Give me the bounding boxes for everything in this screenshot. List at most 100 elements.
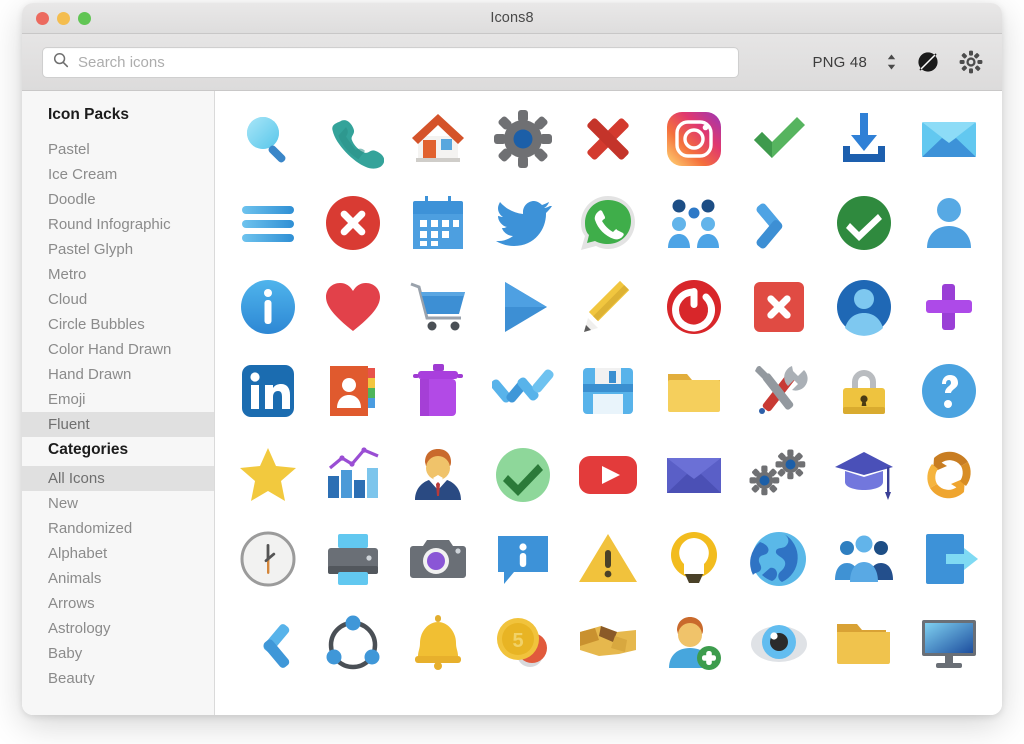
icon-cell-double-down-chevron[interactable] [481,349,566,433]
sidebar-item-hand-drawn[interactable]: Hand Drawn [22,362,214,387]
icon-cell-instagram[interactable] [651,97,736,181]
gear-icon[interactable] [958,49,984,75]
icon-cell-phone[interactable] [310,97,395,181]
icon-cell-info-circle[interactable] [225,265,310,349]
sidebar-item-emoji[interactable]: Emoji [22,387,214,412]
sidebar-item-color-hand-drawn[interactable]: Color Hand Drawn [22,337,214,362]
icon-cell-close-x[interactable] [566,97,651,181]
icon-cell-contacts[interactable] [310,349,395,433]
icon-cell-export-exit[interactable] [907,517,992,601]
icon-cell-check-circle-light[interactable] [481,433,566,517]
icon-cell-home[interactable] [395,97,480,181]
icon-cell-heart[interactable] [310,265,395,349]
icon-cell-partial-8[interactable] [822,685,907,715]
sidebar-item-alphabet[interactable]: Alphabet [22,541,214,566]
sidebar-item-round-infographic[interactable]: Round Infographic [22,212,214,237]
sidebar-item-astrology[interactable]: Astrology [22,616,214,641]
icon-cell-mail-purple[interactable] [651,433,736,517]
icon-cell-partial-9[interactable] [907,685,992,715]
icon-cell-bell[interactable] [395,601,480,685]
icon-cell-graduation-cap[interactable] [822,433,907,517]
icon-cell-globe[interactable] [736,517,821,601]
sidebar-item-metro[interactable]: Metro [22,262,214,287]
icon-cell-play[interactable] [481,265,566,349]
icon-cell-tools[interactable] [736,349,821,433]
icon-cell-partial-5[interactable] [566,685,651,715]
icon-cell-partial-1[interactable] [225,685,310,715]
icon-cell-envelope[interactable] [907,97,992,181]
icon-cell-menu[interactable] [225,181,310,265]
icon-cell-star[interactable] [225,433,310,517]
icon-cell-forward-chevron[interactable] [225,601,310,685]
export-size-stepper[interactable] [884,49,898,75]
icon-cell-settings[interactable] [481,97,566,181]
icon-cell-add-user[interactable] [651,601,736,685]
icon-cell-trash[interactable] [395,349,480,433]
icon-cell-partial-3[interactable] [395,685,480,715]
icon-cell-sync-refresh[interactable] [907,433,992,517]
sidebar-item-beauty[interactable]: Beauty [22,666,214,685]
sidebar-item-all-icons[interactable]: All Icons [22,466,214,491]
icon-cell-back-chevron[interactable] [736,181,821,265]
sidebar-item-randomized[interactable]: Randomized [22,516,214,541]
icon-cell-partial-6[interactable] [651,685,736,715]
sidebar-item-pastel[interactable]: Pastel [22,137,214,162]
icon-cell-bar-chart[interactable] [310,433,395,517]
no-color-circle-slash-icon[interactable] [915,49,941,75]
sidebar-item-animals[interactable]: Animals [22,566,214,591]
icon-cell-services-gears[interactable] [736,433,821,517]
icon-cell-conference[interactable] [651,181,736,265]
icon-cell-info-bubble[interactable] [481,517,566,601]
sidebar-item-doodle[interactable]: Doodle [22,187,214,212]
sidebar-item-clipped[interactable] [22,131,214,137]
icon-grid-panel[interactable]: 5 [215,91,1002,715]
sidebar-item-ice-cream[interactable]: Ice Cream [22,162,214,187]
sidebar-item-baby[interactable]: Baby [22,641,214,666]
icon-cell-lock[interactable] [822,349,907,433]
icon-cell-partial-7[interactable] [736,685,821,715]
icon-cell-search[interactable] [225,97,310,181]
icon-cell-plus[interactable] [907,265,992,349]
icon-cell-user-circle[interactable] [822,265,907,349]
icon-cell-cancel-circle[interactable] [310,181,395,265]
icon-cell-idea-bulb[interactable] [651,517,736,601]
sidebar-item-new[interactable]: New [22,491,214,516]
icon-cell-delete-square[interactable] [736,265,821,349]
icon-cell-shopping-cart[interactable] [395,265,480,349]
icon-cell-save-floppy[interactable] [566,349,651,433]
icon-cell-businessman[interactable] [395,433,480,517]
icon-cell-coin-stack[interactable]: 5 [481,601,566,685]
icon-cell-eye-visible[interactable] [736,601,821,685]
icon-cell-checkmark[interactable] [736,97,821,181]
icon-cell-partial-2[interactable] [310,685,395,715]
icon-cell-share-network[interactable] [310,601,395,685]
icon-cell-download[interactable] [822,97,907,181]
icon-cell-power[interactable] [651,265,736,349]
sidebar-item-circle-bubbles[interactable]: Circle Bubbles [22,312,214,337]
icon-cell-open-folder[interactable] [822,601,907,685]
icon-cell-youtube[interactable] [566,433,651,517]
icon-cell-linkedin[interactable] [225,349,310,433]
icon-cell-folder[interactable] [651,349,736,433]
search-input[interactable]: Search icons [42,46,739,78]
icon-cell-whatsapp[interactable] [566,181,651,265]
icon-cell-user[interactable] [907,181,992,265]
icon-cell-calendar[interactable] [395,181,480,265]
icon-cell-warning[interactable] [566,517,651,601]
icon-cell-handshake[interactable] [566,601,651,685]
icon-cell-partial-4[interactable] [481,685,566,715]
icon-cell-ok-circle[interactable] [822,181,907,265]
icon-cell-clock[interactable] [225,517,310,601]
icon-cell-printer[interactable] [310,517,395,601]
export-format-label[interactable]: PNG 48 [812,54,867,71]
sidebar-item-cloud[interactable]: Cloud [22,287,214,312]
icon-cell-twitter[interactable] [481,181,566,265]
icon-cell-pencil[interactable] [566,265,651,349]
icon-cell-help[interactable] [907,349,992,433]
sidebar-item-pastel-glyph[interactable]: Pastel Glyph [22,237,214,262]
sidebar[interactable]: Icon Packs Pastel Ice Cream Doodle Round… [22,91,215,715]
sidebar-item-arrows[interactable]: Arrows [22,591,214,616]
icon-cell-people-group[interactable] [822,517,907,601]
icon-cell-camera[interactable] [395,517,480,601]
sidebar-item-fluent[interactable]: Fluent [22,412,214,437]
